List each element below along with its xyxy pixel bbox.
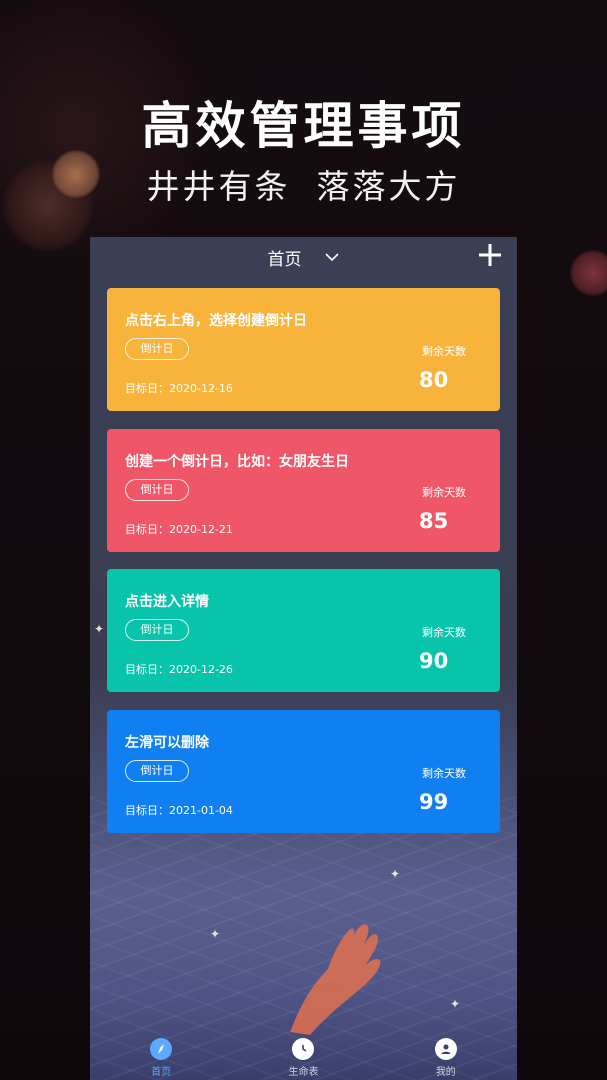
compass-icon	[150, 1038, 173, 1060]
tab-home[interactable]: 首页	[121, 1038, 201, 1078]
promo-subline: 井井有条 落落大方	[0, 160, 607, 208]
card-remaining-label: 剩余天数	[422, 345, 466, 358]
card-remaining-label: 剩余天数	[422, 486, 466, 499]
card-title: 左滑可以删除	[125, 735, 209, 751]
card-title: 点击右上角，选择创建倒计日	[125, 313, 307, 329]
promo-subline-left: 井井有条	[146, 167, 291, 206]
card-tag: 倒计日	[125, 479, 189, 501]
card-target-date: 目标日：2020-12-26	[125, 663, 233, 676]
tab-mine[interactable]: 我的	[406, 1038, 486, 1078]
bottom-tab-bar: 首页 生命表 我的	[90, 1032, 517, 1080]
card-remaining-label: 剩余天数	[422, 767, 466, 780]
card-title: 创建一个倒计日，比如：女朋友生日	[125, 454, 349, 470]
tab-label: 我的	[435, 1067, 456, 1078]
tab-life-table[interactable]: 生命表	[263, 1038, 343, 1078]
sparkle-decoration: ✦	[94, 622, 105, 636]
sparkle-decoration: ✦	[210, 927, 221, 941]
card-tag: 倒计日	[125, 338, 189, 360]
app-screen: ✦ ✦ ✦ ✦ ✦ 首页 点击右上角，选择创建倒计日 倒计日 目标日：2020-…	[90, 237, 517, 1080]
hand-in-water-image	[290, 924, 381, 1035]
countdown-card[interactable]: 点击右上角，选择创建倒计日 倒计日 目标日：2020-12-16 剩余天数 80	[107, 288, 500, 411]
countdown-card[interactable]: 左滑可以删除 倒计日 目标日：2021-01-04 剩余天数 99	[107, 710, 500, 833]
countdown-card[interactable]: 点击进入详情 倒计日 目标日：2020-12-26 剩余天数 90	[107, 569, 500, 692]
card-days-count: 85	[419, 509, 449, 533]
clock-icon	[292, 1038, 315, 1060]
promo-headline: 高效管理事项	[141, 97, 466, 155]
user-icon	[434, 1038, 457, 1060]
card-target-date: 目标日：2020-12-21	[125, 523, 233, 536]
countdown-card[interactable]: 创建一个倒计日，比如：女朋友生日 倒计日 目标日：2020-12-21 剩余天数…	[107, 429, 500, 552]
add-icon[interactable]	[475, 240, 505, 270]
page-title[interactable]: 首页	[268, 245, 302, 270]
card-days-count: 90	[419, 649, 449, 673]
sparkle-decoration: ✦	[450, 997, 461, 1011]
card-days-count: 80	[419, 368, 449, 392]
card-target-date: 目标日：2020-12-16	[125, 382, 233, 395]
card-days-count: 99	[419, 790, 449, 814]
card-title: 点击进入详情	[125, 594, 209, 610]
tab-label: 生命表	[288, 1067, 319, 1078]
top-bar: 首页	[90, 237, 517, 277]
card-remaining-label: 剩余天数	[422, 626, 466, 639]
promo-subline-right: 落落大方	[316, 167, 461, 206]
tab-label: 首页	[151, 1067, 172, 1078]
card-target-date: 目标日：2021-01-04	[125, 804, 233, 817]
card-tag: 倒计日	[125, 619, 189, 641]
sparkle-decoration: ✦	[390, 867, 401, 881]
chevron-down-icon[interactable]	[324, 249, 340, 265]
card-tag: 倒计日	[125, 760, 189, 782]
